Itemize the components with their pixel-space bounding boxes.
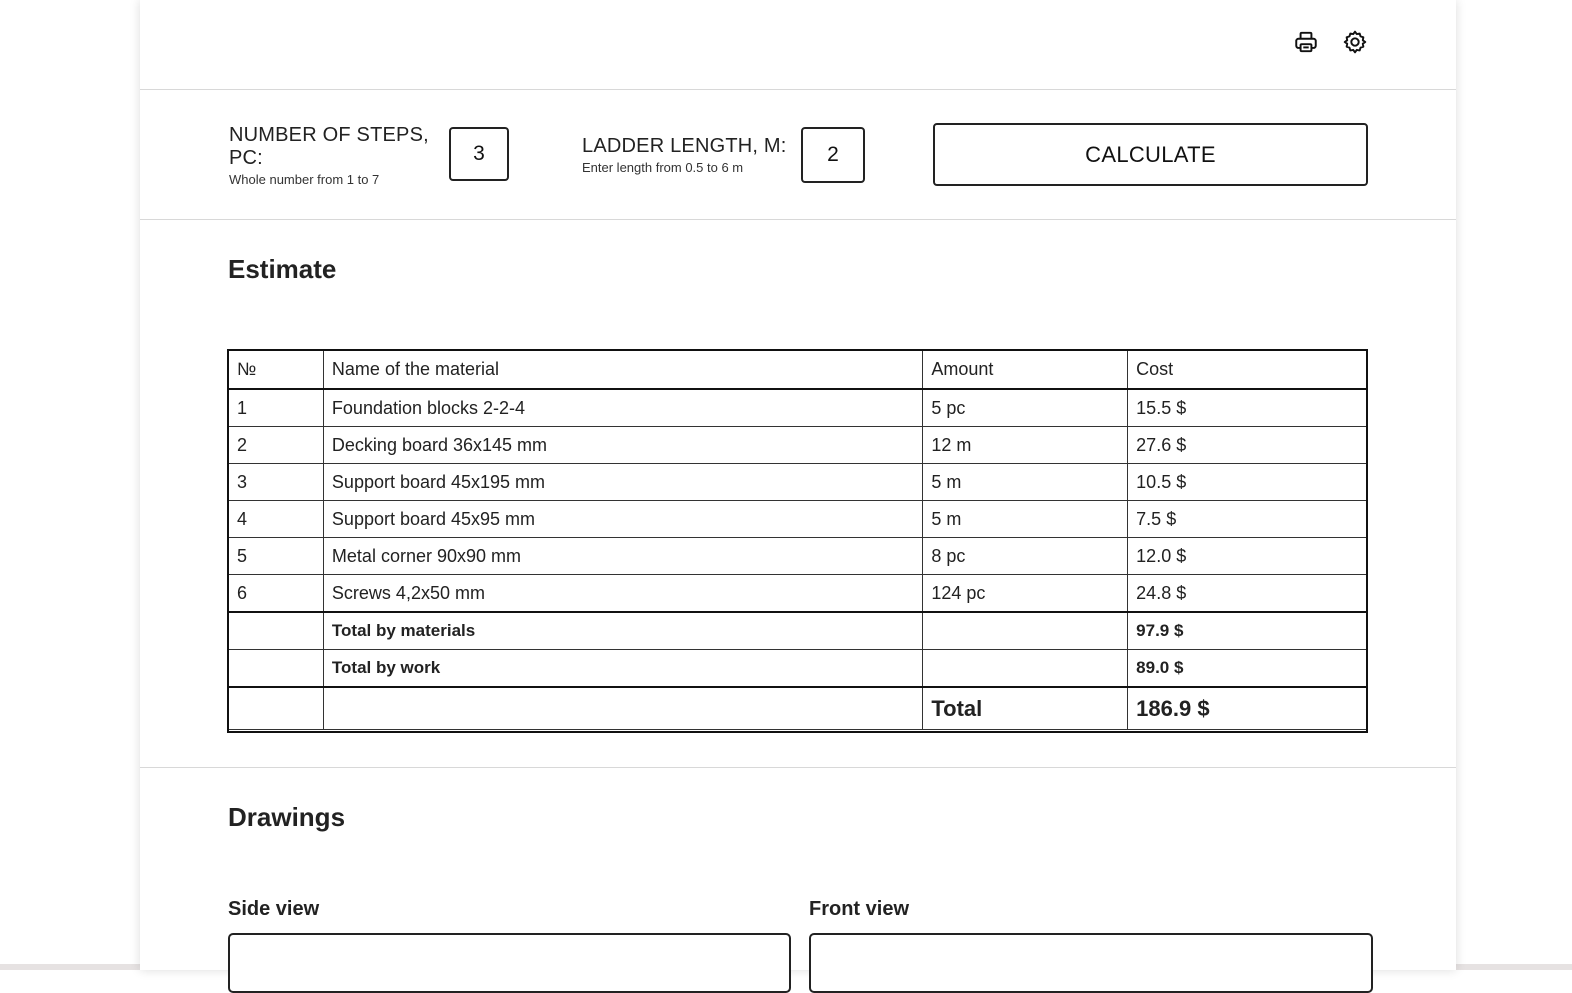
row-cost: 15.5 $ <box>1127 388 1368 427</box>
table-row: 5 Metal corner 90x90 mm 8 pc 12.0 $ <box>228 537 1368 575</box>
row-material: Foundation blocks 2-2-4 <box>322 388 924 427</box>
total-materials-label: Total by materials <box>322 611 924 650</box>
total-value: 186.9 $ <box>1127 686 1368 730</box>
row-cost: 10.5 $ <box>1127 463 1368 501</box>
table-header-row: № Name of the material Amount Cost <box>228 350 1368 390</box>
estimate-table: № Name of the material Amount Cost 1 Fou… <box>228 350 1368 730</box>
printer-icon[interactable] <box>1292 28 1320 56</box>
estimate-title: Estimate <box>228 254 337 284</box>
total-label: Total <box>922 686 1129 730</box>
steps-label: NUMBER OF STEPS, PC: <box>229 124 429 169</box>
row-number: 6 <box>228 574 324 613</box>
row-material: Support board 45x95 mm <box>322 500 924 538</box>
total-work-label: Total by work <box>322 649 924 688</box>
grand-total-row: Total 186.9 $ <box>228 686 1368 730</box>
empty-cell <box>228 686 324 730</box>
steps-hint: Whole number from 1 to 7 <box>229 172 380 187</box>
row-number: 1 <box>228 388 324 427</box>
header-cost: Cost <box>1127 350 1368 390</box>
empty-cell <box>922 611 1129 650</box>
row-number: 5 <box>228 537 324 575</box>
empty-cell <box>228 611 324 650</box>
row-cost: 24.8 $ <box>1127 574 1368 613</box>
total-materials-value: 97.9 $ <box>1127 611 1368 650</box>
length-input[interactable] <box>801 127 865 183</box>
empty-cell <box>322 686 924 730</box>
total-work-value: 89.0 $ <box>1127 649 1368 688</box>
empty-cell <box>228 649 324 688</box>
row-amount: 124 pc <box>922 574 1129 613</box>
steps-input[interactable] <box>449 127 509 181</box>
row-amount: 5 m <box>922 500 1129 538</box>
header-material: Name of the material <box>322 350 924 390</box>
calculator-page: NUMBER OF STEPS, PC: Whole number from 1… <box>140 0 1456 993</box>
total-materials-row: Total by materials 97.9 $ <box>228 611 1368 650</box>
row-cost: 7.5 $ <box>1127 500 1368 538</box>
header-amount: Amount <box>922 350 1129 390</box>
row-number: 2 <box>228 426 324 464</box>
row-number: 3 <box>228 463 324 501</box>
row-material: Metal corner 90x90 mm <box>322 537 924 575</box>
row-number: 4 <box>228 500 324 538</box>
estimate-divider <box>140 767 1456 768</box>
row-amount: 5 pc <box>922 388 1129 427</box>
table-row: 3 Support board 45x195 mm 5 m 10.5 $ <box>228 463 1368 501</box>
row-cost: 27.6 $ <box>1127 426 1368 464</box>
total-work-row: Total by work 89.0 $ <box>228 649 1368 688</box>
row-amount: 12 m <box>922 426 1129 464</box>
row-amount: 8 pc <box>922 537 1129 575</box>
front-view-label: Front view <box>809 898 910 920</box>
row-amount: 5 m <box>922 463 1129 501</box>
empty-cell <box>922 649 1129 688</box>
length-label: LADDER LENGTH, M: <box>582 135 787 157</box>
table-row: 4 Support board 45x95 mm 5 m 7.5 $ <box>228 500 1368 538</box>
row-material: Support board 45x195 mm <box>322 463 924 501</box>
header-divider <box>140 89 1456 90</box>
table-row: 6 Screws 4,2x50 mm 124 pc 24.8 $ <box>228 574 1368 613</box>
row-material: Decking board 36x145 mm <box>322 426 924 464</box>
calculate-button[interactable]: CALCULATE <box>933 123 1368 186</box>
form-divider <box>140 219 1456 220</box>
front-view-drawing <box>809 933 1373 993</box>
gear-icon[interactable] <box>1341 28 1369 56</box>
table-row: 1 Foundation blocks 2-2-4 5 pc 15.5 $ <box>228 388 1368 427</box>
table-row: 2 Decking board 36x145 mm 12 m 27.6 $ <box>228 426 1368 464</box>
header-number: № <box>228 350 324 390</box>
side-view-drawing <box>228 933 791 993</box>
drawings-title: Drawings <box>228 802 346 832</box>
side-view-label: Side view <box>228 898 320 920</box>
row-cost: 12.0 $ <box>1127 537 1368 575</box>
length-hint: Enter length from 0.5 to 6 m <box>582 160 744 175</box>
row-material: Screws 4,2x50 mm <box>322 574 924 613</box>
